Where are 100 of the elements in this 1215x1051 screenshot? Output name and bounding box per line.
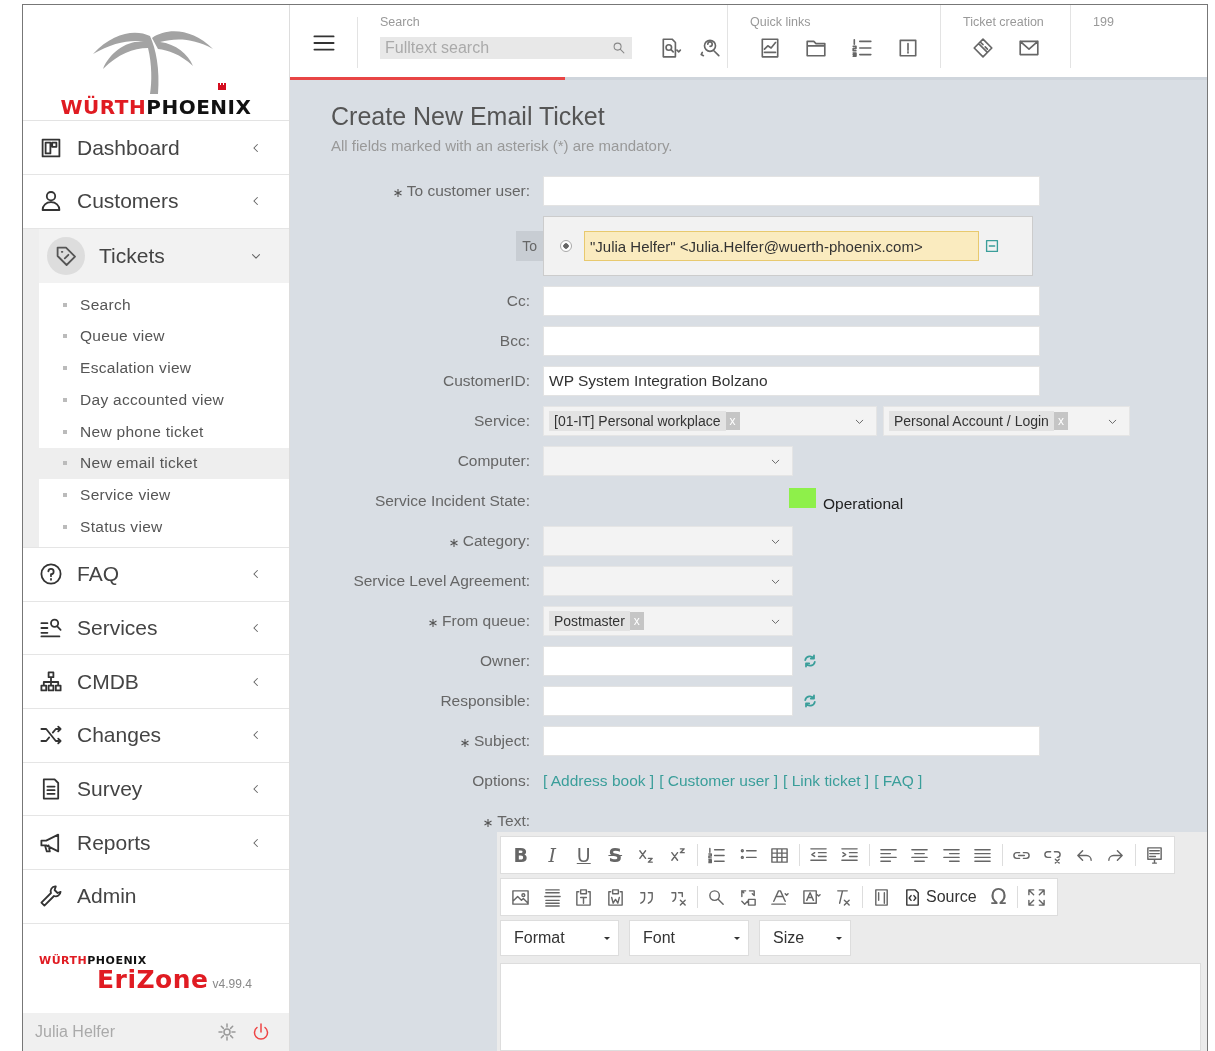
selected-tag: [01-IT] Personal workplace bbox=[549, 411, 726, 431]
strikethrough-button[interactable]: S bbox=[599, 840, 631, 870]
wrench-icon bbox=[39, 884, 63, 909]
field-label: Service: bbox=[474, 412, 530, 430]
bold-button[interactable]: B bbox=[505, 840, 537, 870]
field-label: Computer: bbox=[457, 452, 530, 470]
alert-icon bbox=[897, 37, 919, 59]
brand-wordmark: WÜRTHPHOENIX bbox=[39, 953, 148, 967]
field-label: Category: bbox=[462, 532, 530, 550]
lines-icon bbox=[542, 887, 562, 907]
text-field[interactable] bbox=[543, 646, 793, 676]
source-button[interactable]: Source bbox=[897, 882, 983, 912]
minus-icon bbox=[983, 237, 1001, 255]
sidebar-item[interactable]: Changes bbox=[23, 709, 289, 763]
submenu-item[interactable]: Escalation view bbox=[39, 352, 289, 384]
remove-button[interactable] bbox=[983, 237, 1001, 255]
background-color-icon bbox=[801, 887, 821, 907]
hierarchy-icon bbox=[39, 669, 63, 694]
code-document-icon bbox=[903, 887, 922, 907]
search-icon bbox=[707, 887, 727, 907]
radio-button[interactable] bbox=[560, 240, 572, 252]
submenu-item[interactable]: New phone ticket bbox=[39, 415, 289, 448]
sidebar-item[interactable]: Customers bbox=[23, 174, 289, 229]
dropdown-field[interactable]: [01-IT] Personal workplace x bbox=[543, 406, 877, 436]
user-name: Julia Helfer bbox=[35, 1023, 117, 1042]
field-label: Bcc: bbox=[499, 332, 530, 350]
submenu-item[interactable]: Queue view bbox=[39, 320, 289, 353]
sidebar-item[interactable]: Services bbox=[23, 601, 289, 656]
selected-tag: Personal Account / Login bbox=[889, 411, 1054, 431]
field-label: Responsible: bbox=[440, 692, 530, 710]
sidebar-item[interactable]: Tickets bbox=[39, 228, 289, 283]
text-field[interactable] bbox=[543, 326, 1040, 356]
dropdown-field[interactable]: Postmaster x bbox=[543, 606, 793, 636]
underline-button[interactable]: U bbox=[568, 840, 600, 870]
text-field[interactable] bbox=[543, 726, 1040, 756]
format-dropdown[interactable]: Size bbox=[759, 920, 851, 956]
submenu-item[interactable]: Service view bbox=[39, 479, 289, 512]
special-character-button[interactable]: Ω bbox=[982, 882, 1015, 912]
status-text: Operational bbox=[823, 495, 904, 513]
search-field[interactable]: Fulltext search bbox=[380, 37, 632, 59]
text-field[interactable] bbox=[543, 176, 1040, 206]
submenu-item[interactable]: Search bbox=[39, 288, 289, 321]
advanced-search-icon bbox=[699, 37, 722, 59]
field-label: To bbox=[516, 231, 543, 261]
format-dropdown[interactable]: Font bbox=[629, 920, 749, 956]
format-dropdown[interactable]: Format bbox=[500, 920, 619, 956]
sidebar-item[interactable]: FAQ bbox=[23, 548, 289, 602]
field-label: From queue: bbox=[442, 612, 530, 630]
field-label: To customer user: bbox=[406, 182, 530, 200]
text-field[interactable] bbox=[543, 686, 793, 716]
counter-label: 199 bbox=[1093, 15, 1114, 29]
text-field[interactable] bbox=[543, 286, 1040, 316]
text-field[interactable]: WP System Integration Bolzano bbox=[543, 366, 1040, 396]
replace-icon bbox=[738, 887, 758, 907]
maximize-icon bbox=[1027, 887, 1047, 907]
ticket-icon bbox=[972, 37, 994, 59]
refresh-icon bbox=[802, 693, 818, 709]
email-field[interactable]: "Julia Helfer" <Julia.Helfer@wuerth-phoenix.com> bbox=[584, 231, 979, 261]
submenu-item[interactable]: Day accounted view bbox=[39, 384, 289, 416]
image-icon bbox=[511, 887, 531, 907]
paste-text-icon bbox=[574, 887, 594, 907]
version-label: v4.99.4 bbox=[212, 976, 252, 991]
template-icon bbox=[1144, 845, 1164, 865]
power-button[interactable] bbox=[251, 1022, 271, 1043]
group-label: Quick links bbox=[750, 15, 812, 29]
person-icon bbox=[39, 189, 63, 214]
field-label: Service Incident State: bbox=[374, 492, 530, 510]
field-label: Service Level Agreement: bbox=[353, 572, 530, 590]
crown-icon bbox=[217, 83, 228, 93]
search-icon[interactable] bbox=[612, 41, 626, 55]
field-label: Cc: bbox=[506, 292, 530, 310]
document-search-icon bbox=[659, 37, 682, 59]
chart-icon bbox=[759, 37, 781, 59]
dropdown-field[interactable] bbox=[543, 566, 793, 596]
field-label: CustomerID: bbox=[443, 372, 530, 390]
dropdown-field[interactable] bbox=[543, 446, 793, 476]
sidebar-item[interactable]: CMDB bbox=[23, 655, 289, 709]
text-color-icon bbox=[770, 887, 790, 907]
question-icon bbox=[39, 562, 63, 587]
italic-button[interactable]: I bbox=[536, 840, 568, 870]
sidebar-item[interactable]: Dashboard bbox=[23, 121, 289, 175]
list-search-icon bbox=[39, 616, 63, 640]
field-label: Owner: bbox=[480, 652, 530, 670]
dropdown-field[interactable] bbox=[543, 526, 793, 556]
refresh-icon bbox=[802, 653, 818, 669]
sidebar-item[interactable]: Survey bbox=[23, 762, 289, 817]
submenu-item[interactable]: Status view bbox=[39, 511, 289, 543]
page-subtitle: All fields marked with an asterisk (*) are mandatory. bbox=[331, 137, 674, 154]
settings-icon bbox=[217, 1022, 237, 1043]
page-title: Create New Email Ticket bbox=[331, 102, 606, 131]
sidebar-item[interactable]: Admin bbox=[23, 870, 289, 924]
submenu-item[interactable]: New email ticket bbox=[39, 447, 289, 480]
power-icon bbox=[251, 1022, 271, 1043]
table-icon bbox=[770, 845, 790, 865]
field-label: Text: bbox=[497, 812, 530, 830]
field-label: Subject: bbox=[474, 732, 530, 750]
selected-tag: Postmaster bbox=[549, 611, 630, 631]
field-label: Options: bbox=[472, 772, 530, 790]
group-label: Search bbox=[380, 15, 421, 29]
sidebar-item[interactable]: Reports bbox=[23, 816, 289, 870]
